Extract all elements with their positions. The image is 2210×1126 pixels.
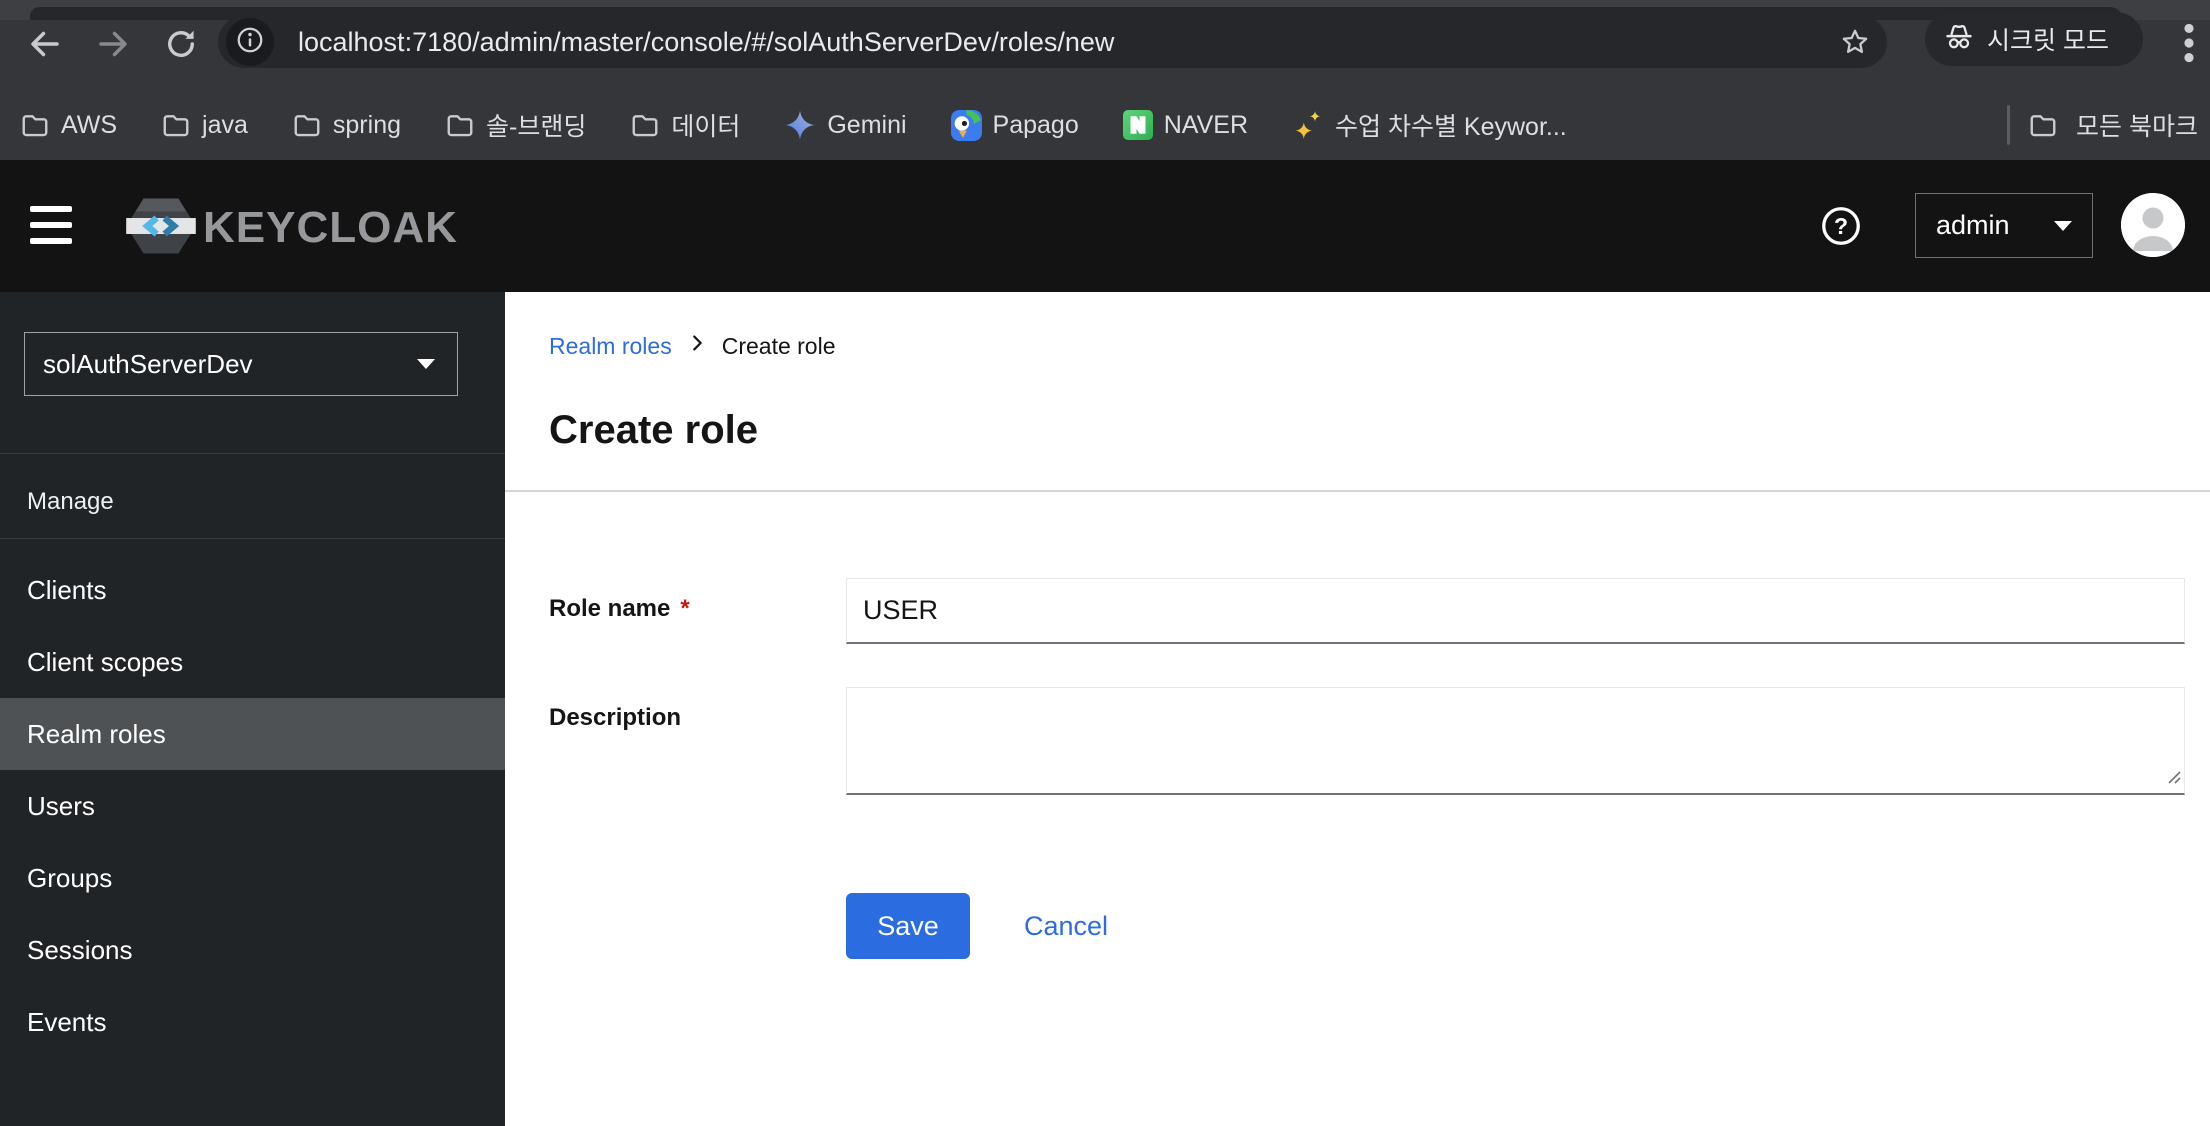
breadcrumb: Realm roles Create role [549, 332, 836, 360]
realm-name: solAuthServerDev [43, 348, 253, 379]
screen: localhost:7180/admin/master/console/#/so… [0, 0, 2210, 1126]
bookmark-item[interactable]: Papago [950, 109, 1079, 141]
chevron-right-icon [686, 332, 708, 360]
bookmarks-list: AWS java spring 솔-브랜딩 데이터 Gemini Papago NAVER 수업… [20, 107, 1567, 143]
bookmark-label: spring [332, 110, 401, 139]
role-name-label: Role name * [549, 595, 690, 622]
bookmark-item[interactable]: NAVER [1122, 110, 1249, 140]
sidebar-item-realm-roles[interactable]: Realm roles [0, 698, 505, 770]
all-bookmarks-label[interactable]: 모든 북마크 [2076, 107, 2198, 143]
folder-icon [20, 110, 50, 140]
naver-icon [1122, 110, 1153, 140]
sidebar-item-client-scopes[interactable]: Client scopes [0, 626, 505, 698]
info-icon [235, 25, 265, 60]
incognito-badge: 시크릿 모드 [1925, 12, 2143, 66]
sidebar: solAuthServerDev Manage Clients Client sc… [0, 292, 505, 1126]
keycloak-hexagon-icon [123, 197, 199, 260]
sparkles-icon [1292, 109, 1324, 141]
gemini-icon [784, 109, 816, 141]
role-name-input[interactable] [846, 578, 2185, 644]
address-bar[interactable]: localhost:7180/admin/master/console/#/so… [218, 16, 1887, 68]
star-icon [1842, 29, 1868, 53]
avatar [2121, 193, 2185, 257]
back-arrow-icon [27, 31, 63, 66]
sidebar-divider [0, 453, 505, 454]
save-button[interactable]: Save [846, 893, 970, 959]
sidebar-item-sessions[interactable]: Sessions [0, 914, 505, 986]
site-info-chip[interactable] [226, 18, 274, 66]
bookmark-label: 수업 차수별 Keywor... [1335, 113, 1567, 141]
bookmarks-separator [2007, 105, 2011, 145]
bookmark-label: java [202, 110, 248, 139]
bookmark-label: AWS [61, 110, 118, 139]
bookmarks-bar-right: 모든 북마크 [2007, 92, 2198, 158]
bookmark-item[interactable]: java [161, 110, 248, 140]
forward-arrow-icon [95, 31, 131, 66]
nav-toggle-button[interactable] [30, 206, 72, 244]
bookmark-label: 솔-브랜딩 [486, 113, 587, 141]
bookmark-label: NAVER [1163, 110, 1249, 139]
papago-icon [950, 109, 982, 141]
keycloak-logo[interactable]: KEYCLOAK [123, 197, 458, 256]
user-menu-dropdown[interactable]: admin [1915, 193, 2093, 258]
url-text[interactable]: localhost:7180/admin/master/console/#/so… [298, 16, 1114, 68]
all-bookmarks-folder-icon [2028, 110, 2058, 140]
nav-section-label: Manage [27, 488, 114, 515]
bookmark-item[interactable]: 솔-브랜딩 [445, 107, 586, 143]
hamburger-icon [30, 206, 72, 212]
username-label: admin [1936, 210, 2010, 240]
realm-selector-dropdown[interactable]: solAuthServerDev [24, 332, 458, 396]
sidebar-nav: Clients Client scopes Realm roles Users Grou… [0, 554, 505, 1058]
browser-chrome: localhost:7180/admin/master/console/#/so… [0, 0, 2210, 160]
keycloak-masthead: KEYCLOAK ? admin [0, 160, 2210, 292]
breadcrumb-current: Create role [721, 332, 836, 359]
header-divider [505, 490, 2210, 492]
back-button[interactable] [27, 26, 63, 62]
chevron-down-icon [2054, 220, 2072, 231]
sidebar-item-users[interactable]: Users [0, 770, 505, 842]
help-button[interactable]: ? [1818, 203, 1864, 249]
folder-icon [292, 110, 322, 140]
resize-grip-icon[interactable] [2166, 769, 2182, 790]
sidebar-item-events[interactable]: Events [0, 986, 505, 1058]
bookmark-item[interactable]: spring [292, 110, 401, 140]
description-textarea[interactable] [846, 687, 2185, 795]
breadcrumb-link-realm-roles[interactable]: Realm roles [549, 333, 672, 360]
bookmark-item[interactable]: 수업 차수별 Keywor... [1292, 107, 1567, 143]
person-icon [2121, 193, 2185, 257]
folder-icon [445, 110, 475, 140]
bookmark-star-button[interactable] [1839, 26, 1871, 63]
svg-text:?: ? [1834, 213, 1848, 239]
incognito-icon [1943, 21, 1975, 58]
folder-icon [630, 110, 660, 140]
brand-text: KEYCLOAK [203, 203, 458, 252]
bookmark-label: Gemini [827, 110, 907, 139]
sidebar-divider [0, 538, 505, 539]
required-marker: * [680, 595, 690, 622]
cancel-link[interactable]: Cancel [1024, 893, 1108, 959]
description-label: Description [549, 704, 682, 731]
chevron-down-icon [417, 359, 435, 369]
folder-icon [161, 110, 191, 140]
incognito-label: 시크릿 모드 [1987, 27, 2109, 55]
page-title: Create role [549, 408, 758, 452]
bookmark-item[interactable]: Gemini [784, 109, 907, 141]
sidebar-item-groups[interactable]: Groups [0, 842, 505, 914]
main-content: Realm roles Create role Create role Role… [505, 292, 2210, 1126]
bookmark-item[interactable]: AWS [20, 110, 117, 140]
browser-menu-button[interactable] [2176, 18, 2202, 68]
bookmarks-bar: AWS java spring 솔-브랜딩 데이터 Gemini Papago NAVER 수업… [0, 92, 2210, 158]
bookmark-label: Papago [992, 110, 1079, 139]
reload-button[interactable] [163, 26, 199, 62]
help-icon: ? [1822, 207, 1860, 245]
bookmark-label: 데이터 [671, 113, 741, 141]
kebab-icon [2184, 23, 2194, 63]
forward-button[interactable] [95, 26, 131, 62]
reload-icon [163, 30, 199, 66]
description-field-wrap [846, 687, 2185, 795]
sidebar-item-clients[interactable]: Clients [0, 554, 505, 626]
bookmark-item[interactable]: 데이터 [630, 107, 740, 143]
